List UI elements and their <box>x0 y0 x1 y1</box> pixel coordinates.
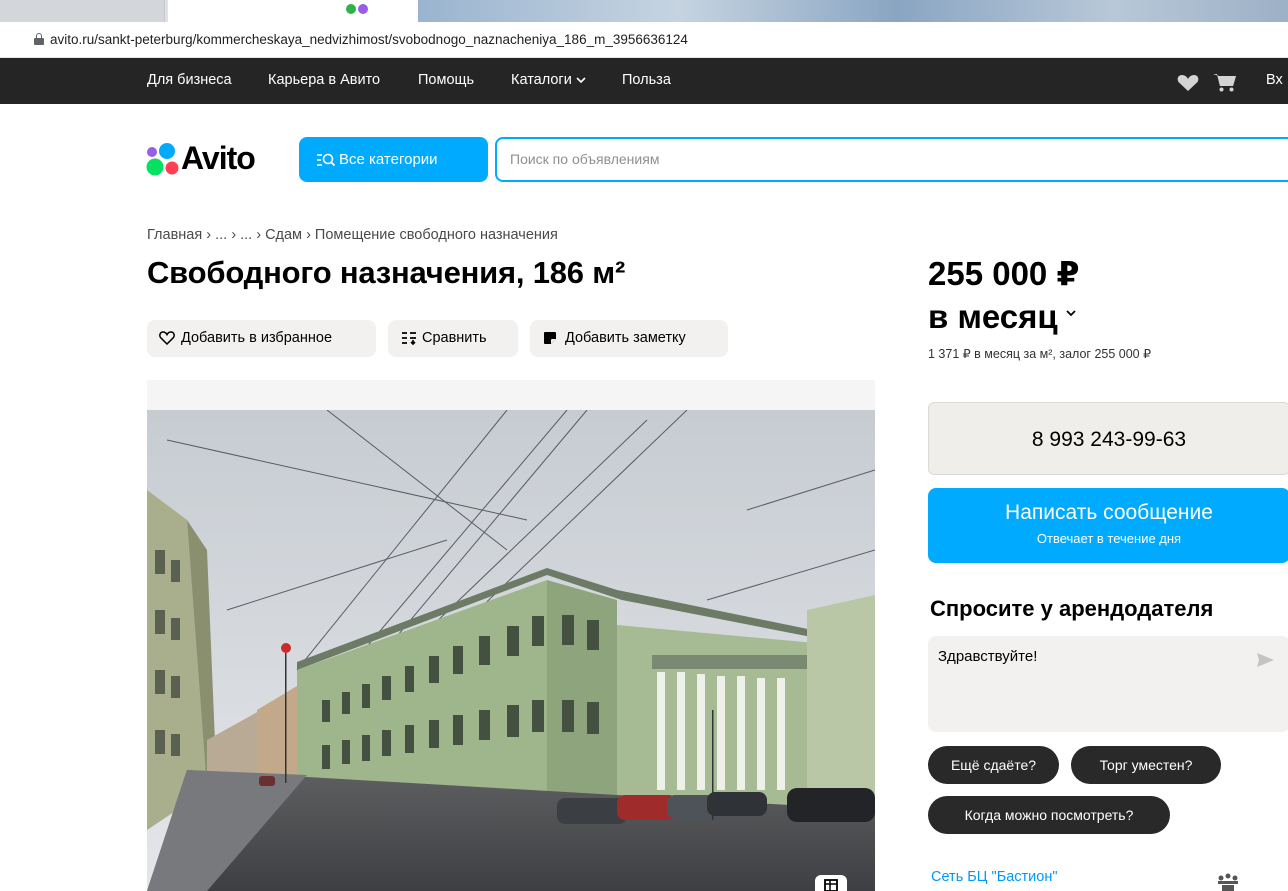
nav-item-catalogs[interactable]: Каталоги <box>511 72 586 88</box>
login-link[interactable]: Вх <box>1266 72 1283 88</box>
categories-search-icon <box>317 153 336 167</box>
add-to-favorites-button[interactable]: Добавить в избранное <box>147 320 376 357</box>
nav-item-catalogs-label: Каталоги <box>511 72 572 88</box>
breadcrumb-separator: › <box>256 227 266 243</box>
avito-logo-icon <box>146 143 179 176</box>
all-categories-button[interactable]: Все категории <box>299 137 488 182</box>
address-bar[interactable]: avito.ru/sankt-peterburg/kommercheskaya_… <box>0 22 1288 58</box>
ask-landlord-title: Спросите у арендодателя <box>930 596 1214 621</box>
compare-icon <box>402 332 416 345</box>
ask-message-box[interactable]: Здравствуйте! <box>928 636 1288 732</box>
breadcrumb-separator: › <box>306 227 315 243</box>
write-message-button[interactable]: Написать сообщение Отвечает в течение дн… <box>928 488 1288 563</box>
browser-tab-background <box>418 0 1288 22</box>
listing-photo[interactable] <box>147 380 875 891</box>
page: avito.ru/sankt-peterburg/kommercheskaya_… <box>0 0 1288 891</box>
compare-label: Сравнить <box>422 330 487 346</box>
phone-number: 8 993 243-99-63 <box>1031 428 1187 451</box>
price-period-label: в месяц <box>928 298 1058 335</box>
add-note-label: Добавить заметку <box>565 330 686 346</box>
quick-reply-chip[interactable]: Торг уместен? <box>1071 746 1221 784</box>
send-icon[interactable] <box>1255 652 1275 668</box>
tab-favicon-icon <box>358 4 368 14</box>
gallery-expand-icon[interactable] <box>815 875 847 891</box>
write-message-label: Написать сообщение <box>1005 501 1213 524</box>
breadcrumb-separator: › <box>206 227 216 243</box>
browser-tab-active[interactable] <box>168 0 418 22</box>
all-categories-label: Все категории <box>339 151 438 168</box>
add-note-button[interactable]: Добавить заметку <box>530 320 728 357</box>
search-input[interactable] <box>510 151 1210 167</box>
top-nav: Для бизнеса Карьера в Авито Помощь Катал… <box>0 58 1288 104</box>
response-time-label: Отвечает в течение дня <box>1036 531 1182 546</box>
url-text[interactable]: avito.ru/sankt-peterburg/kommercheskaya_… <box>50 32 688 47</box>
nav-item-career[interactable]: Карьера в Авито <box>268 72 380 88</box>
nav-item-business[interactable]: Для бизнеса <box>147 72 232 88</box>
show-phone-button[interactable]: 8 993 243-99-63 <box>928 402 1288 475</box>
price-amount: 255 000 ₽ <box>928 255 1080 292</box>
price-details: 1 371 ₽ в месяц за м², залог 255 000 ₽ <box>928 347 1152 361</box>
price-period-selector[interactable]: в месяц <box>928 298 1076 336</box>
seller-logo-icon[interactable] <box>1213 872 1243 891</box>
compare-button[interactable]: Сравнить <box>388 320 518 357</box>
tab-favicon-icon <box>346 4 356 14</box>
quick-reply-chip[interactable]: Когда можно посмотреть? <box>928 796 1170 834</box>
browser-tab[interactable] <box>0 0 165 22</box>
avito-logo-text: Avito <box>181 140 256 176</box>
nav-item-help[interactable]: Помощь <box>418 72 474 88</box>
search-field[interactable] <box>495 137 1288 182</box>
browser-tabstrip <box>0 0 1288 22</box>
breadcrumb-separator: › <box>231 227 241 243</box>
street-building-image <box>147 410 875 891</box>
chevron-down-icon <box>576 77 586 84</box>
breadcrumb-item[interactable]: ... <box>215 227 227 243</box>
breadcrumb-item-home[interactable]: Главная <box>147 227 202 243</box>
lock-icon <box>34 33 44 45</box>
quick-reply-chip[interactable]: Ещё сдаёте? <box>928 746 1059 784</box>
quick-reply-label: Когда можно посмотреть? <box>964 807 1134 823</box>
heart-icon[interactable] <box>1177 74 1199 92</box>
nav-item-benefit[interactable]: Польза <box>622 72 671 88</box>
quick-reply-label: Торг уместен? <box>1099 757 1193 773</box>
grid-icon <box>824 879 838 891</box>
chevron-down-icon <box>1066 310 1076 317</box>
seller-name-link[interactable]: Сеть БЦ "Бастион" <box>931 869 1058 885</box>
cart-icon[interactable] <box>1213 72 1237 92</box>
note-icon <box>544 332 556 344</box>
breadcrumb-item-rent[interactable]: Сдам <box>265 227 302 243</box>
breadcrumb: Главная › ... › ... › Сдам › Помещение с… <box>147 227 558 243</box>
heart-outline-icon <box>159 331 175 345</box>
quick-reply-label: Ещё сдаёте? <box>950 757 1037 773</box>
breadcrumb-item-category[interactable]: Помещение свободного назначения <box>315 227 558 243</box>
breadcrumb-item[interactable]: ... <box>240 227 252 243</box>
ask-message-input[interactable]: Здравствуйте! <box>938 648 1238 718</box>
listing-title: Свободного назначения, 186 м² <box>147 255 626 290</box>
add-to-favorites-label: Добавить в избранное <box>181 330 333 346</box>
